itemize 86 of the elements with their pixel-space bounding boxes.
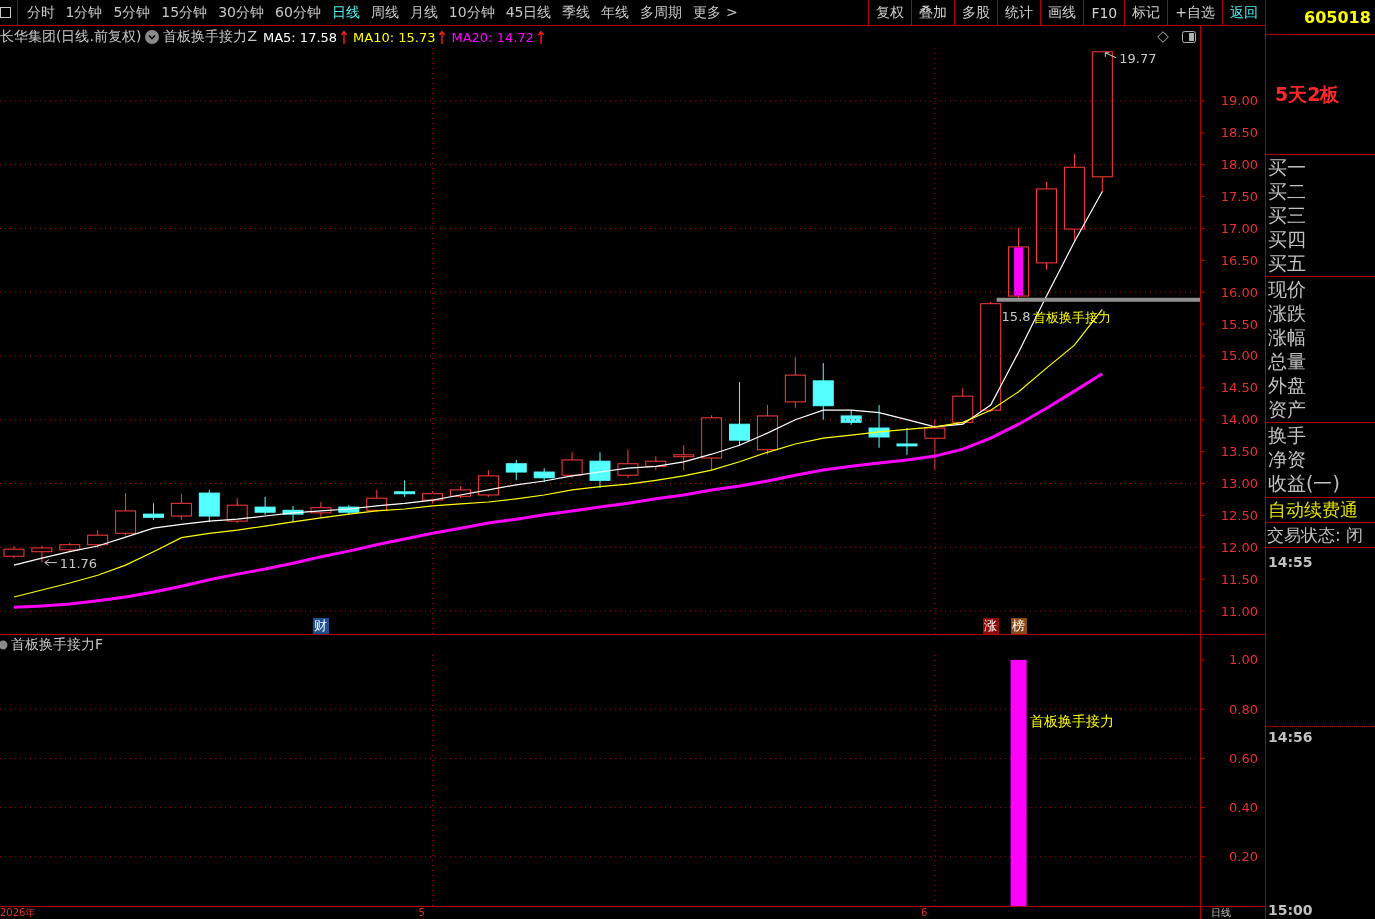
streak-tag: 5天2板 (1275, 81, 1375, 108)
notice-text[interactable]: 自动续费通 (1268, 498, 1375, 522)
axis-label: 13.50 (1220, 444, 1258, 460)
period-tab[interactable]: 60分钟 (269, 0, 327, 25)
period-tab[interactable]: 分时 (21, 0, 60, 25)
quote-label: 资产 (1268, 397, 1307, 421)
trade-time: 15:00 (1267, 902, 1313, 918)
bid-label: 买四 (1268, 227, 1307, 251)
indicator-name: 首板换手接力Z (163, 28, 257, 46)
finance-label: 净资 (1268, 447, 1307, 471)
toolbar-button[interactable]: 多股 (954, 0, 998, 25)
axis-label: 0.20 (1229, 849, 1258, 865)
diamond-icon[interactable] (1157, 31, 1169, 43)
toolbar-button[interactable]: 叠加 (911, 0, 955, 25)
quote-label: 涨跌 (1268, 301, 1307, 325)
indicator-name: 首板换手接力F (11, 636, 104, 654)
panel-toggle-icon[interactable] (1182, 31, 1196, 43)
axis-label: 14.50 (1220, 380, 1258, 396)
quote-label: 涨幅 (1268, 325, 1307, 349)
square-icon[interactable] (0, 7, 11, 18)
event-badge[interactable]: 榜 (1010, 618, 1027, 634)
axis-label: 1.00 (1229, 655, 1258, 668)
toolbar-button[interactable]: 复权 (868, 0, 912, 25)
event-badge[interactable]: 涨 (982, 618, 999, 634)
axis-label: 0.80 (1229, 701, 1258, 717)
period-tab[interactable]: 1分钟 (60, 0, 108, 25)
period-tab[interactable]: 45日线 (500, 0, 557, 25)
period-tab[interactable]: 更多 > (688, 0, 744, 25)
annotation-label: 首板换手接力 (1029, 712, 1114, 729)
date-label: 5 (418, 907, 425, 919)
axis-label: 17.50 (1220, 189, 1258, 205)
axis-label: 15.50 (1220, 316, 1258, 332)
chart-title: 长华集团(日线.前复权) (0, 28, 142, 46)
period-tab[interactable]: 10分钟 (443, 0, 501, 25)
axis-label: 0.60 (1229, 750, 1258, 766)
trade-time: 14:55 (1267, 554, 1313, 570)
period-tab[interactable]: 日线 (326, 0, 366, 25)
ma-reading: MA10: 15.73 (353, 29, 436, 45)
axis-label: 19.00 (1220, 93, 1258, 109)
finance-label: 收益(一) (1268, 471, 1341, 495)
chevron-circle-icon[interactable] (145, 30, 160, 44)
toolbar-button[interactable]: +自选 (1167, 0, 1222, 25)
event-badge[interactable]: 财 (312, 618, 329, 634)
period-tab[interactable]: 15分钟 (155, 0, 213, 25)
axis-label: 15.00 (1220, 348, 1258, 364)
axis-label: 16.50 (1220, 252, 1258, 268)
toolbar-button[interactable]: 标记 (1124, 0, 1168, 25)
period-label: 日线 (1211, 907, 1231, 919)
axis-label: 18.00 (1220, 157, 1258, 173)
annotation-label: 19.77 (1119, 50, 1157, 66)
finance-label: 换手 (1268, 423, 1307, 447)
axis-label: 11.00 (1220, 603, 1258, 619)
bid-label: 买三 (1268, 203, 1307, 227)
toolbar-button[interactable]: 画线 (1040, 0, 1084, 25)
period-tab[interactable]: 周线 (365, 0, 405, 25)
quote-label: 总量 (1268, 349, 1307, 373)
period-tab[interactable]: 5分钟 (107, 0, 156, 25)
axis-label: 17.00 (1220, 220, 1258, 236)
ma-reading: MA5: 17.58 (262, 29, 338, 45)
trade-time: 14:56 (1267, 728, 1313, 745)
quote-label: 外盘 (1268, 373, 1307, 397)
toolbar-button[interactable]: 返回 (1222, 0, 1265, 25)
toolbar-button[interactable]: 统计 (997, 0, 1041, 25)
toolbar-button[interactable]: F10 (1083, 0, 1125, 25)
ma-reading: MA20: 14.72 (451, 29, 534, 45)
period-tab[interactable]: 30分钟 (212, 0, 270, 25)
axis-label: 16.00 (1220, 284, 1258, 300)
axis-label: 18.50 (1220, 125, 1258, 141)
axis-label: 11.50 (1220, 571, 1258, 587)
axis-label: 14.00 (1220, 412, 1258, 428)
stock-code: 605018 (1304, 7, 1372, 27)
period-tab[interactable]: 月线 (404, 0, 444, 25)
date-label: 2026年 (0, 907, 36, 919)
bid-label: 买一 (1268, 155, 1307, 179)
trade-status: 交易状态: 闭 (1267, 523, 1365, 547)
date-label: 6 (920, 907, 928, 919)
axis-label: 12.50 (1220, 507, 1258, 523)
axis-label: 13.00 (1220, 476, 1258, 491)
axis-label: 0.40 (1229, 800, 1258, 816)
period-tab[interactable]: 多周期 (635, 0, 688, 25)
bid-label: 买二 (1268, 179, 1307, 203)
bid-label: 买五 (1268, 251, 1307, 275)
period-tab[interactable]: 季线 (557, 0, 596, 25)
axis-label: 12.00 (1220, 539, 1258, 555)
quote-label: 现价 (1268, 277, 1307, 301)
period-tab[interactable]: 年线 (596, 0, 635, 25)
